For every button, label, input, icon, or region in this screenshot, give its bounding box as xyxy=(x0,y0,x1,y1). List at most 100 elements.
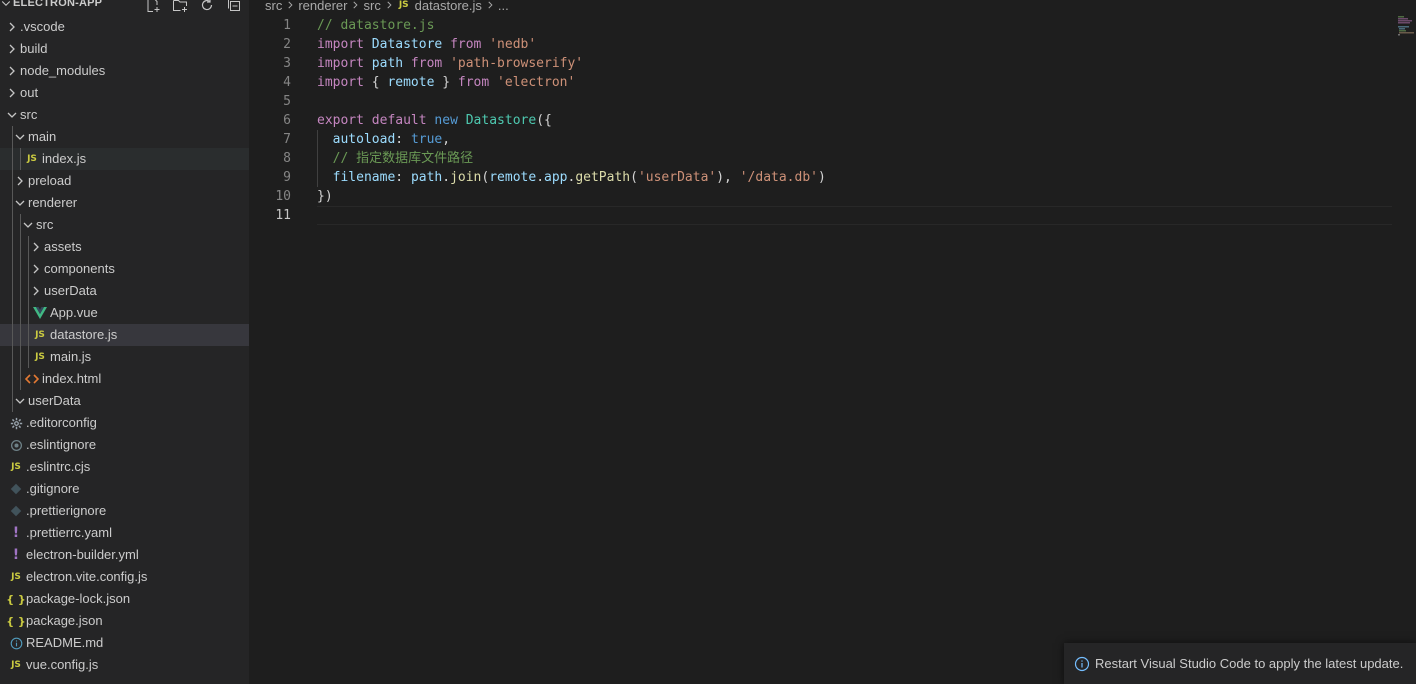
tree-item-label: vue.config.js xyxy=(26,657,99,672)
code-line[interactable] xyxy=(317,206,1392,225)
new-file-icon xyxy=(147,0,160,12)
tree-folder[interactable]: out xyxy=(0,82,249,104)
tree-folder[interactable]: main xyxy=(0,126,249,148)
indent-guide xyxy=(12,148,13,170)
tree-item-label: assets xyxy=(44,239,82,254)
tree-folder[interactable]: userData xyxy=(0,280,249,302)
code-token: 'userData' xyxy=(637,170,717,185)
tree-folder[interactable]: .vscode xyxy=(0,16,249,38)
tree-item-label: userData xyxy=(28,393,81,408)
code-token: : xyxy=(395,132,411,147)
tree-file[interactable]: .editorconfig xyxy=(0,412,249,434)
code-token: remote xyxy=(387,75,435,90)
chevron-right-icon xyxy=(483,0,497,12)
json-file-icon: { } xyxy=(6,592,26,606)
breadcrumb-segment[interactable]: src xyxy=(363,0,380,13)
tree-item-label: index.html xyxy=(42,371,102,386)
tree-file[interactable]: .prettierignore xyxy=(0,500,249,522)
tree-item-label: renderer xyxy=(28,195,78,210)
js-file-icon: JS xyxy=(398,0,409,10)
chevron-right-icon xyxy=(4,85,20,101)
code-line[interactable]: filename: path.join(remote.app.getPath('… xyxy=(317,168,1392,187)
tree-file[interactable]: { } package.json xyxy=(0,610,249,632)
tree-file[interactable]: .gitignore xyxy=(0,478,249,500)
line-number: 9 xyxy=(283,170,291,185)
code-editor[interactable]: 1 2 3 4 5 6 7 8 9 10 11 // datastore.js import Data… xyxy=(250,16,1416,684)
tree-file[interactable]: JS main.js xyxy=(0,346,249,368)
line-number: 2 xyxy=(283,37,291,52)
tree-item-label: electron.vite.config.js xyxy=(26,569,148,584)
tree-folder[interactable]: userData xyxy=(0,390,249,412)
tree-folder[interactable]: renderer xyxy=(0,192,249,214)
breadcrumb-segment[interactable]: src xyxy=(265,0,282,13)
code-token: from xyxy=(457,75,498,90)
refresh-button[interactable] xyxy=(198,0,216,13)
line-number: 6 xyxy=(283,113,291,128)
new-folder-icon xyxy=(173,0,187,12)
prettier-icon xyxy=(8,503,24,519)
indent-guide xyxy=(12,390,13,412)
explorer-root-folder[interactable]: ELECTRON-APP xyxy=(0,0,102,11)
chevron-right-icon xyxy=(28,239,44,255)
code-token: autoload xyxy=(332,132,396,147)
chevron-right-icon xyxy=(28,261,44,277)
tree-folder[interactable]: assets xyxy=(0,236,249,258)
tree-file[interactable]: JS index.js xyxy=(0,148,249,170)
code-line[interactable]: autoload: true, xyxy=(317,130,1392,149)
tree-folder[interactable]: src xyxy=(0,104,249,126)
tree-file[interactable]: JS electron.vite.config.js xyxy=(0,566,249,588)
code-content[interactable]: // datastore.js import Datastore from 'ne… xyxy=(317,16,1392,225)
tree-folder[interactable]: preload xyxy=(0,170,249,192)
tree-file[interactable]: README.md xyxy=(0,632,249,654)
tree-file[interactable]: JS .eslintrc.cjs xyxy=(0,456,249,478)
tree-folder[interactable]: components xyxy=(0,258,249,280)
code-line[interactable]: import Datastore from 'nedb' xyxy=(317,35,1392,54)
breadcrumb-file[interactable]: datastore.js xyxy=(415,0,482,13)
breadcrumb-segment[interactable]: renderer xyxy=(298,0,347,13)
code-token: // datastore.js xyxy=(317,18,435,33)
breadcrumb-symbols[interactable]: ... xyxy=(498,0,509,13)
tree-file[interactable]: App.vue xyxy=(0,302,249,324)
code-token: ({ xyxy=(536,113,552,128)
code-line[interactable]: }) xyxy=(317,187,1392,206)
js-file-icon: JS xyxy=(35,352,45,362)
line-number: 10 xyxy=(275,189,291,204)
tree-file[interactable]: JS vue.config.js xyxy=(0,654,249,676)
yaml-file-icon: ! xyxy=(12,547,20,563)
code-line[interactable]: // 指定数据库文件路径 xyxy=(317,149,1392,168)
tree-file[interactable]: ! .prettierrc.yaml xyxy=(0,522,249,544)
code-line[interactable]: // datastore.js xyxy=(317,16,1392,35)
code-line[interactable] xyxy=(317,92,1392,111)
indent-guide xyxy=(20,148,21,170)
tree-file[interactable]: ! electron-builder.yml xyxy=(0,544,249,566)
code-token: . xyxy=(442,170,451,185)
line-number-gutter: 1 2 3 4 5 6 7 8 9 10 11 xyxy=(250,16,300,225)
vue-file-icon xyxy=(32,305,48,321)
indent-guide xyxy=(12,236,13,258)
chevron-down-icon xyxy=(4,107,20,123)
indent-guide xyxy=(12,324,13,346)
code-line[interactable]: import path from 'path-browserify' xyxy=(317,54,1392,73)
tree-item-label: src xyxy=(36,217,54,232)
tree-folder[interactable]: src xyxy=(0,214,249,236)
tree-folder[interactable]: build xyxy=(0,38,249,60)
explorer-root-label: ELECTRON-APP xyxy=(13,0,103,9)
tree-file[interactable]: JS datastore.js xyxy=(0,324,249,346)
file-tree: .vscode build node_modules out src main JS inde… xyxy=(0,16,249,676)
code-token: from xyxy=(442,37,490,52)
update-notification[interactable]: Restart Visual Studio Code to apply the … xyxy=(1064,643,1416,684)
tree-file[interactable]: { } package-lock.json xyxy=(0,588,249,610)
chevron-right-icon xyxy=(382,0,396,12)
tree-file[interactable]: index.html xyxy=(0,368,249,390)
tree-folder[interactable]: node_modules xyxy=(0,60,249,82)
code-line[interactable]: import { remote } from 'electron' xyxy=(317,73,1392,92)
yaml-file-icon: ! xyxy=(12,525,20,541)
code-line[interactable]: export default new Datastore({ xyxy=(317,111,1392,130)
new-file-button[interactable] xyxy=(144,0,162,13)
minimap[interactable] xyxy=(1398,16,1414,38)
js-file-icon: JS xyxy=(27,154,37,164)
new-folder-button[interactable] xyxy=(171,0,189,13)
tree-item-label: .editorconfig xyxy=(26,415,97,430)
collapse-all-button[interactable] xyxy=(225,0,243,13)
tree-file[interactable]: .eslintignore xyxy=(0,434,249,456)
